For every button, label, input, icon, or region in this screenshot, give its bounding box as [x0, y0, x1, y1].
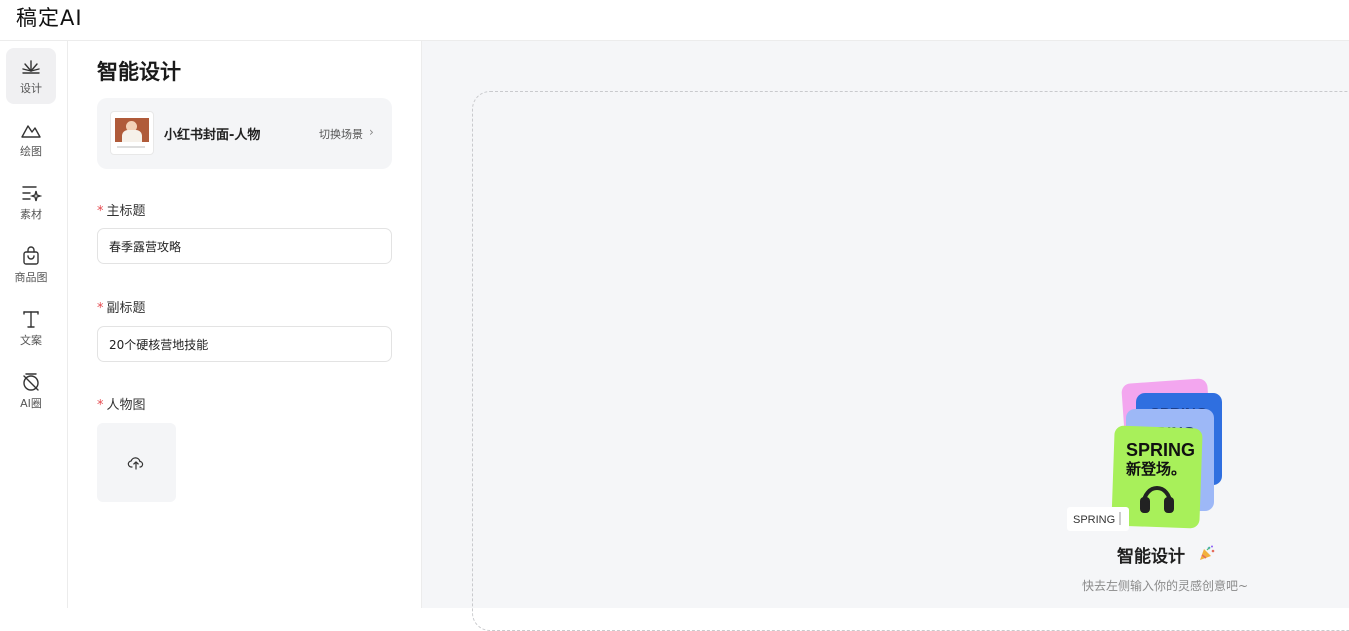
subtitle-input[interactable] — [97, 326, 392, 362]
scene-name: 小红书封面-人物 — [164, 128, 261, 143]
sidebar-item-product-image[interactable]: 商品图 — [6, 237, 56, 293]
chevron-right-icon: › — [369, 125, 374, 139]
cloud-upload-icon — [127, 457, 144, 470]
main-title-label: * 主标题 — [97, 204, 146, 219]
person-image-label: * 人物图 — [97, 398, 146, 413]
card-text-1: SPRING — [1126, 440, 1195, 460]
required-mark: * — [97, 398, 104, 413]
ai-circle-icon — [23, 373, 39, 391]
party-popper-icon — [1200, 545, 1215, 560]
sidebar-item-ai-circle[interactable]: AI圈 — [6, 363, 56, 419]
sidebar-item-design[interactable]: 设计 — [6, 48, 56, 104]
empty-state-subtitle: 快去左侧输入你的灵感创意吧~ — [1082, 579, 1249, 593]
card-text-2: 新登场。 — [1126, 460, 1186, 478]
switch-scene-link[interactable]: 切换场景 — [319, 126, 363, 142]
canvas-dropzone — [472, 91, 1349, 631]
sidebar-item-copywriting[interactable]: 文案 — [6, 300, 56, 356]
top-bar: 稿定AI — [0, 0, 1349, 41]
sidebar-item-label: 文案 — [20, 334, 42, 347]
subtitle-label: * 副标题 — [97, 301, 146, 316]
sidebar-item-label: 绘图 — [20, 145, 42, 158]
sidebar-item-label: 商品图 — [14, 271, 48, 284]
person-image-upload[interactable] — [97, 423, 176, 502]
canvas-area: SPRING SPRING SPRING 新登场。 SPRING 智能设计 快去… — [422, 41, 1349, 631]
sidebar-item-assets[interactable]: 素材 — [6, 174, 56, 230]
sidebar-item-label: AI圈 — [20, 397, 42, 410]
sparkle-icon — [22, 60, 40, 74]
main-title-input[interactable] — [97, 228, 392, 264]
required-mark: * — [97, 301, 104, 316]
scene-thumbnail — [110, 111, 154, 155]
list-star-icon — [22, 186, 42, 202]
text-t-icon — [23, 311, 39, 328]
spring-cards-illustration: SPRING SPRING SPRING 新登场。 SPRING — [1067, 378, 1222, 531]
page-title: 智能设计 — [97, 60, 181, 84]
sidebar-item-draw[interactable]: 绘图 — [6, 111, 56, 167]
shopping-bag-icon — [23, 246, 39, 265]
nav-sidebar: 设计 绘图 素材 商品图 文案 AI圈 — [0, 41, 68, 608]
app-logo[interactable]: 稿定AI — [16, 2, 83, 32]
spring-tag-text: SPRING — [1073, 514, 1115, 526]
mountain-icon — [21, 125, 41, 138]
empty-state-illustration: SPRING SPRING SPRING 新登场。 SPRING — [1064, 373, 1224, 533]
sidebar-item-label: 设计 — [20, 82, 42, 95]
sidebar-item-label: 素材 — [20, 208, 42, 221]
design-form-panel: 智能设计 小红书封面-人物 切换场景 › *主标题 *副标题 *人物图 — [68, 41, 422, 608]
empty-state-title: 智能设计 — [1117, 547, 1185, 567]
scene-selector[interactable]: 小红书封面-人物 切换场景 › — [97, 98, 392, 169]
required-mark: * — [97, 204, 104, 219]
